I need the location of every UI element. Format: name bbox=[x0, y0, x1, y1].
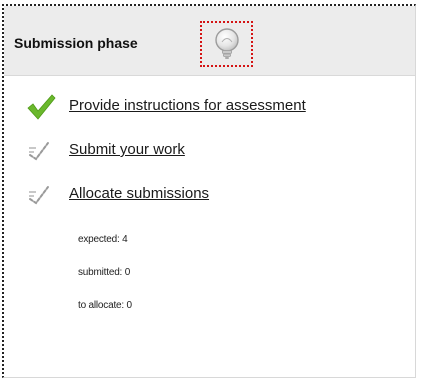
task-provide-instructions: Provide instructions for assessment bbox=[26, 90, 406, 120]
info-expected: expected: 4 bbox=[78, 234, 128, 245]
pending-check-icon bbox=[29, 186, 49, 205]
checkmark-icon bbox=[27, 94, 56, 120]
info-to-allocate: to allocate: 0 bbox=[78, 300, 132, 311]
lightbulb-icon bbox=[215, 28, 239, 59]
task-link[interactable]: Allocate submissions bbox=[69, 185, 209, 202]
task-link[interactable]: Submit your work bbox=[69, 141, 185, 158]
phase-title: Submission phase bbox=[14, 35, 138, 51]
info-submitted: submitted: 0 bbox=[78, 267, 131, 278]
phase-info-button[interactable] bbox=[200, 21, 253, 67]
task-link[interactable]: Provide instructions for assessment bbox=[69, 97, 306, 114]
phase-header: Submission phase bbox=[4, 6, 415, 76]
phase-panel: Submission phase Provide instructions fo… bbox=[2, 4, 416, 378]
task-submit-work: Submit your work bbox=[26, 134, 406, 164]
pending-check-icon bbox=[29, 142, 49, 161]
task-allocate-submissions: Allocate submissions bbox=[26, 178, 406, 208]
